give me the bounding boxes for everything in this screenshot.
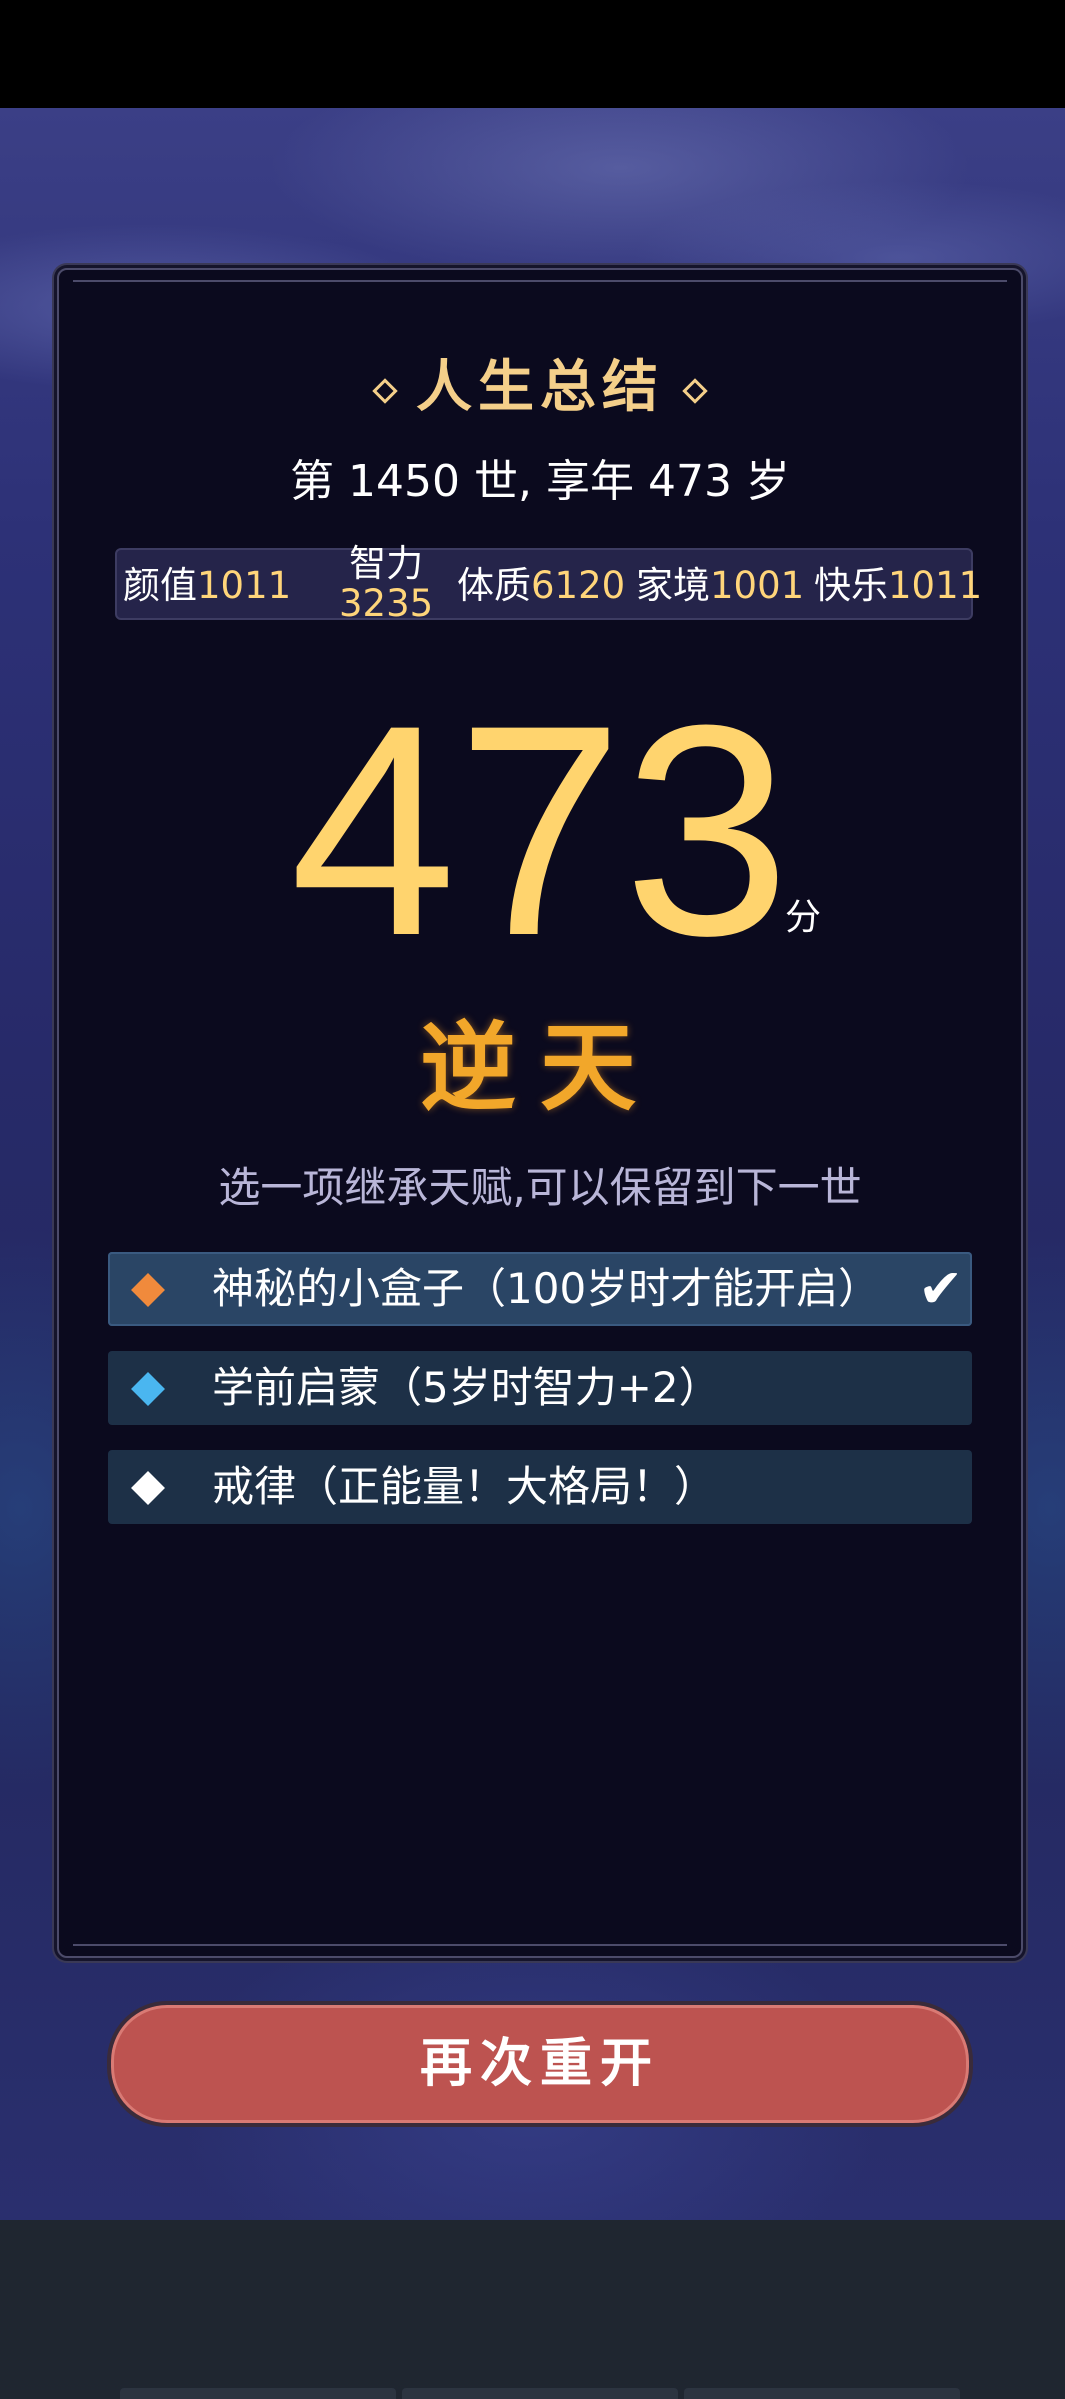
stat-value: 1001 (710, 564, 805, 607)
talent-option[interactable]: 学前启蒙（5岁时智力+2） (108, 1351, 972, 1425)
restart-button[interactable]: 再次重开 (107, 2001, 973, 2127)
status-bar (0, 0, 1065, 108)
stat-intelligence: 智力 3235 (339, 544, 433, 624)
white-diamond-icon (131, 1471, 165, 1505)
stat-appearance: 颜值1011 (123, 550, 291, 622)
stat-value: 6120 (531, 564, 626, 607)
stat-value: 3235 (339, 582, 434, 625)
stat-label: 家境 (636, 564, 710, 607)
talent-option[interactable]: 戒律（正能量！大格局！） (108, 1450, 972, 1524)
summary-title: 人生总结 (59, 342, 1021, 423)
orange-diamond-icon (131, 1273, 165, 1307)
stat-family: 家境1001 (636, 550, 804, 622)
stat-label: 快乐 (814, 564, 888, 607)
checkmark-icon: ✔ (918, 1257, 964, 1320)
bottom-tab[interactable] (684, 2388, 960, 2399)
stat-label: 颜值 (123, 564, 197, 607)
bottom-tabs (120, 2388, 960, 2399)
score-unit: 分 (785, 897, 822, 938)
bottom-tab[interactable] (402, 2388, 678, 2399)
diamond-icon (372, 378, 398, 405)
blue-diamond-icon (131, 1372, 165, 1406)
final-score: 473 (289, 662, 791, 998)
talent-label: 神秘的小盒子（100岁时才能开启） (212, 1264, 881, 1313)
stat-value: 1011 (888, 564, 983, 607)
stat-label: 智力 (349, 542, 424, 585)
score-grade: 逆天 (420, 1011, 660, 1124)
stat-value: 1011 (197, 564, 292, 607)
bottom-tab[interactable] (120, 2388, 396, 2399)
stat-label: 体质 (457, 564, 531, 607)
talent-label: 学前启蒙（5岁时智力+2） (212, 1363, 721, 1412)
summary-title-text: 人生总结 (416, 354, 664, 420)
attribute-bar: 颜值1011 智力 3235 体质6120 家境1001 快乐1011 (115, 544, 982, 624)
stat-happiness: 快乐1011 (814, 550, 982, 622)
life-summary-panel: 人生总结 第 1450 世, 享年 473 岁 颜值1011 智力 3235 体质… (57, 268, 1023, 1958)
summary-subtitle: 第 1450 世, 享年 473 岁 (290, 456, 790, 507)
stat-constitution: 体质6120 (457, 550, 625, 622)
inherit-prompt: 选一项继承天赋,可以保留到下一世 (218, 1163, 862, 1212)
talent-option[interactable]: 神秘的小盒子（100岁时才能开启） ✔ (108, 1252, 972, 1326)
diamond-icon (682, 378, 708, 405)
talent-label: 戒律（正能量！大格局！） (212, 1462, 717, 1511)
bottom-bar (0, 2220, 1065, 2399)
